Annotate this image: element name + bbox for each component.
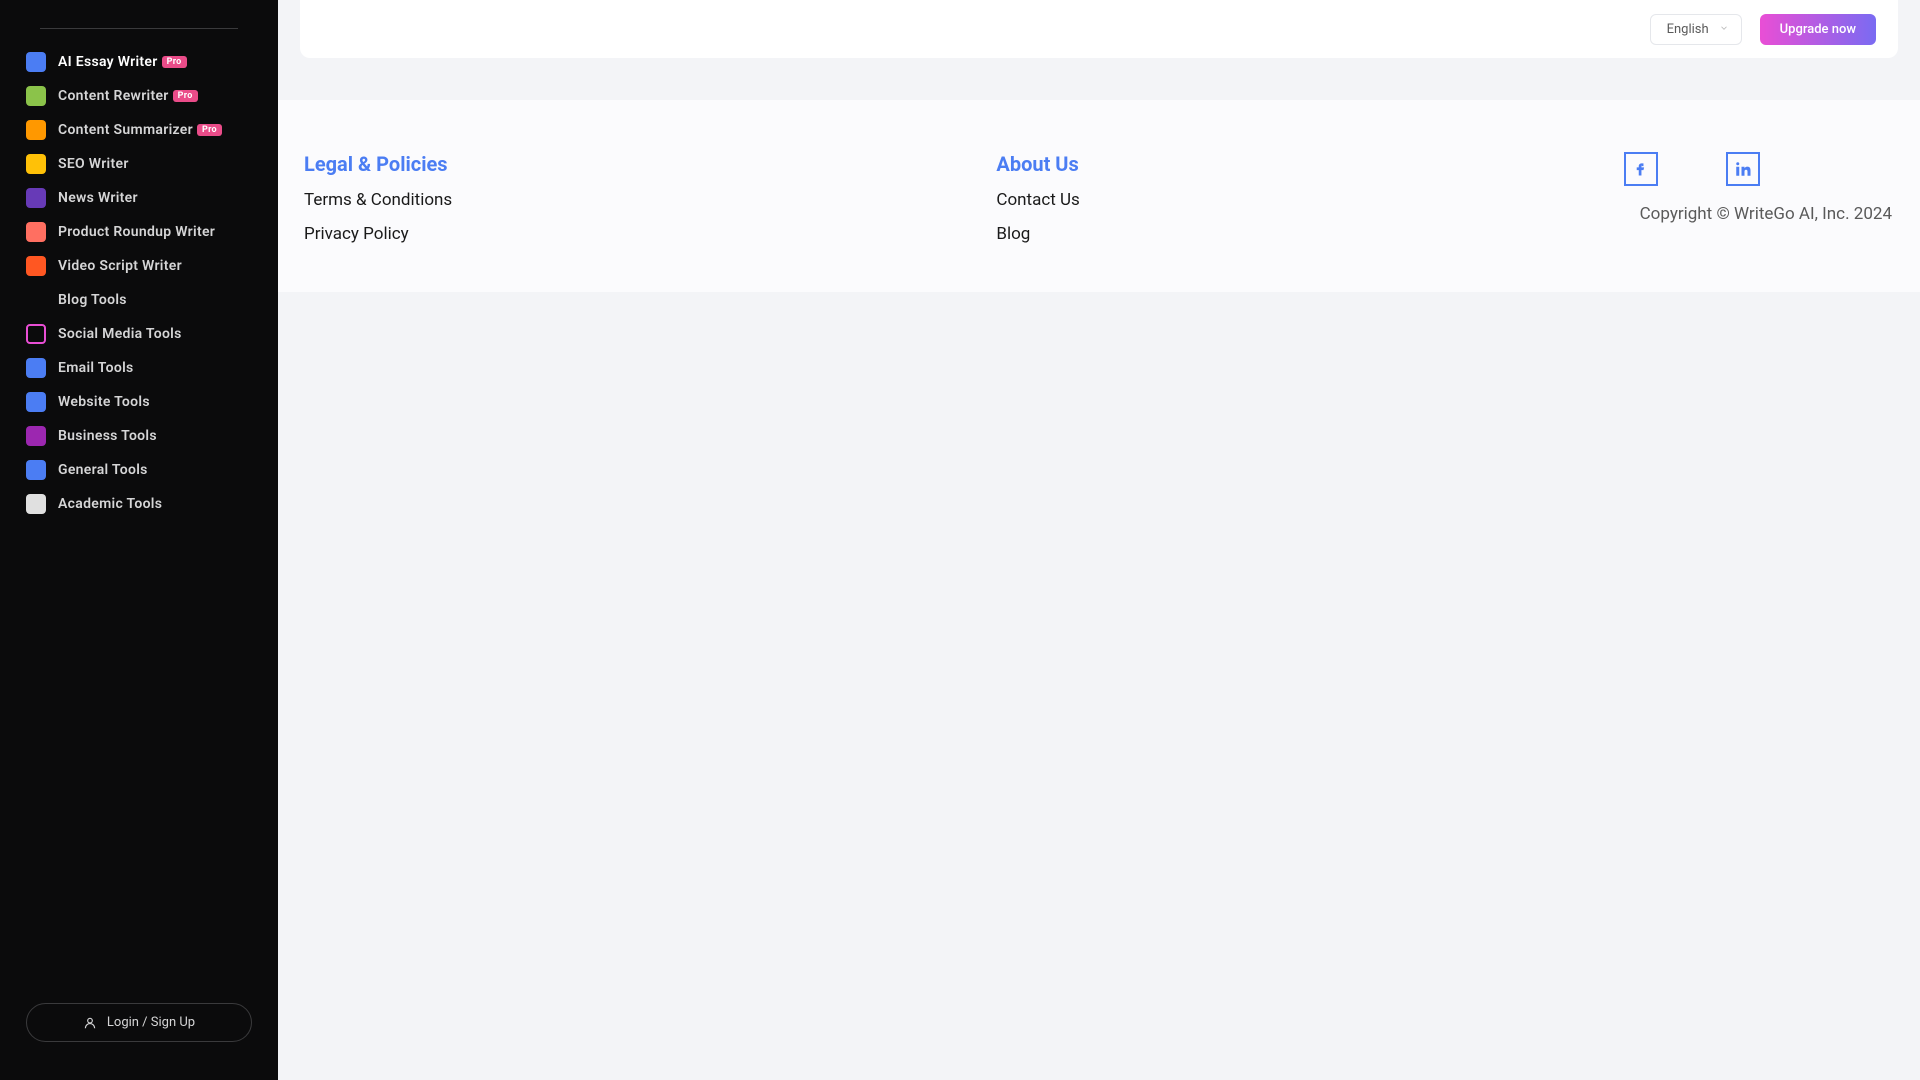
user-icon [83, 1016, 97, 1030]
login-label: Login / Sign Up [107, 1015, 195, 1030]
rewriter-icon [26, 86, 46, 106]
footer-link-blog[interactable]: Blog [996, 224, 1079, 244]
sidebar-item-label: Website Tools [58, 394, 150, 410]
footer-right-column: Copyright © WriteGo AI, Inc. 2024 [1624, 152, 1892, 244]
sidebar-nav: AI Essay WriterProContent RewriterProCon… [0, 45, 278, 1003]
sidebar-item-news-writer[interactable]: News Writer [18, 181, 260, 215]
login-button[interactable]: Login / Sign Up [26, 1003, 252, 1042]
sidebar-item-label: Email Tools [58, 360, 134, 376]
main-content: English Upgrade now Legal & Policies Ter… [278, 0, 1920, 1080]
language-selector[interactable]: English [1650, 14, 1742, 45]
footer-link-terms[interactable]: Terms & Conditions [304, 190, 452, 210]
sidebar-item-seo-writer[interactable]: SEO Writer [18, 147, 260, 181]
sidebar-item-content-summarizer[interactable]: Content Summarizer Pro [18, 113, 260, 147]
sidebar-footer: Login / Sign Up [0, 1003, 278, 1080]
upgrade-button[interactable]: Upgrade now [1760, 14, 1876, 45]
social-icon [26, 324, 46, 344]
sidebar-item-academic-tools[interactable]: Academic Tools [18, 487, 260, 521]
footer-about-column: About Us Contact Us Blog [996, 152, 1079, 244]
pro-badge: Pro [173, 90, 198, 102]
email-icon [26, 358, 46, 378]
business-icon [26, 426, 46, 446]
sidebar-item-label: Academic Tools [58, 496, 162, 512]
sidebar-item-label: SEO Writer [58, 156, 129, 172]
sidebar-item-business-tools[interactable]: Business Tools [18, 419, 260, 453]
sidebar-item-label: News Writer [58, 190, 138, 206]
sidebar-item-label: General Tools [58, 462, 148, 478]
sidebar-item-label: Video Script Writer [58, 258, 182, 274]
footer-about-heading: About Us [996, 152, 1079, 176]
facebook-icon[interactable] [1624, 152, 1658, 186]
essay-icon [26, 52, 46, 72]
language-selected: English [1667, 22, 1709, 37]
product-icon [26, 222, 46, 242]
upgrade-label: Upgrade now [1780, 22, 1856, 37]
summarizer-icon [26, 120, 46, 140]
sidebar: AI Essay WriterProContent RewriterProCon… [0, 0, 278, 1080]
linkedin-icon[interactable] [1726, 152, 1760, 186]
sidebar-item-label: Business Tools [58, 428, 157, 444]
general-icon [26, 460, 46, 480]
seo-icon [26, 154, 46, 174]
sidebar-item-email-tools[interactable]: Email Tools [18, 351, 260, 385]
sidebar-item-label: Content Summarizer [58, 122, 193, 138]
sidebar-item-website-tools[interactable]: Website Tools [18, 385, 260, 419]
sidebar-item-general-tools[interactable]: General Tools [18, 453, 260, 487]
footer-link-privacy[interactable]: Privacy Policy [304, 224, 452, 244]
video-icon [26, 256, 46, 276]
sidebar-divider [40, 28, 238, 29]
website-icon [26, 392, 46, 412]
pro-badge: Pro [197, 124, 222, 136]
chevron-down-icon [1719, 23, 1729, 36]
sidebar-item-content-rewriter[interactable]: Content Rewriter Pro [18, 79, 260, 113]
sidebar-item-label: Product Roundup Writer [58, 224, 215, 240]
footer-legal-heading: Legal & Policies [304, 152, 452, 176]
sidebar-item-video-script-writer[interactable]: Video Script Writer [18, 249, 260, 283]
sidebar-item-label: Content Rewriter [58, 88, 169, 104]
sidebar-item-label: Social Media Tools [58, 326, 182, 342]
social-icons [1624, 152, 1892, 186]
footer-link-contact[interactable]: Contact Us [996, 190, 1079, 210]
sidebar-item-ai-essay-writer[interactable]: AI Essay Writer Pro [18, 45, 260, 79]
footer: Legal & Policies Terms & Conditions Priv… [278, 100, 1920, 292]
academic-icon [26, 494, 46, 514]
blog-icon [26, 290, 46, 310]
footer-legal-column: Legal & Policies Terms & Conditions Priv… [304, 152, 452, 244]
news-icon [26, 188, 46, 208]
sidebar-item-product-roundup-writer[interactable]: Product Roundup Writer [18, 215, 260, 249]
copyright-text: Copyright © WriteGo AI, Inc. 2024 [1640, 204, 1892, 224]
sidebar-item-blog-tools[interactable]: Blog Tools [18, 283, 260, 317]
sidebar-item-social-media-tools[interactable]: Social Media Tools [18, 317, 260, 351]
header-card: English Upgrade now [300, 0, 1898, 58]
pro-badge: Pro [162, 56, 187, 68]
sidebar-item-label: Blog Tools [58, 292, 127, 308]
sidebar-item-label: AI Essay Writer [58, 54, 158, 70]
